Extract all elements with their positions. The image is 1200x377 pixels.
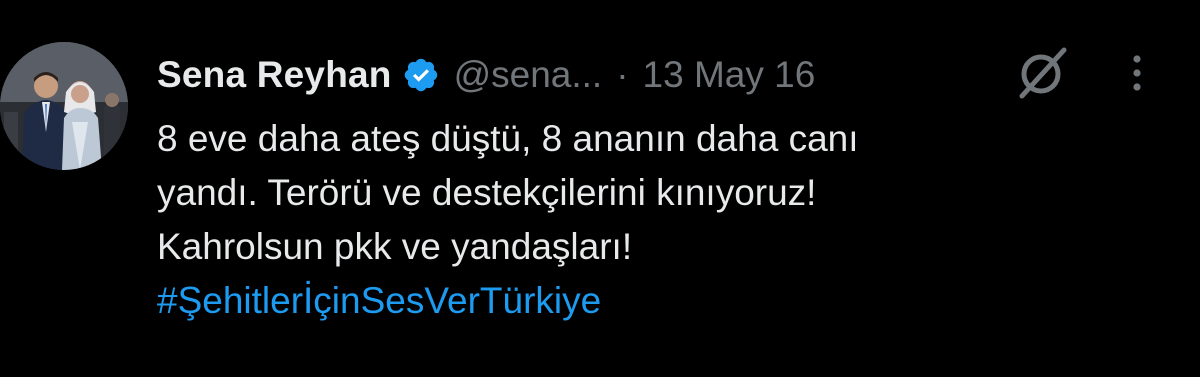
avatar[interactable] xyxy=(0,42,128,170)
tweet-text-line: 8 eve daha ateş düştü, 8 ananın daha can… xyxy=(157,118,859,159)
tweet-text-line: Kahrolsun pkk ve yandaşları! xyxy=(157,226,633,267)
more-options-icon[interactable] xyxy=(1122,52,1152,94)
grok-icon[interactable] xyxy=(1014,44,1070,100)
tweet-date[interactable]: 13 May 16 xyxy=(643,54,816,96)
author-handle[interactable]: @sena... xyxy=(454,54,603,96)
tweet-text-line: yandı. Terörü ve destekçilerini kınıyoru… xyxy=(157,172,817,213)
tweet-text: 8 eve daha ateş düştü, 8 ananın daha can… xyxy=(157,112,1157,328)
tweet[interactable]: Sena Reyhan @sena... · 13 May 16 8 eve d… xyxy=(0,0,1200,377)
hashtag-link[interactable]: #ŞehitlerİçinSesVerTürkiye xyxy=(157,274,1157,328)
profile-photo-icon xyxy=(0,42,128,170)
tweet-header: Sena Reyhan @sena... · 13 May 16 xyxy=(157,50,815,100)
author-display-name[interactable]: Sena Reyhan xyxy=(157,54,392,96)
separator-dot: · xyxy=(616,54,629,95)
verified-badge-icon xyxy=(402,56,440,94)
